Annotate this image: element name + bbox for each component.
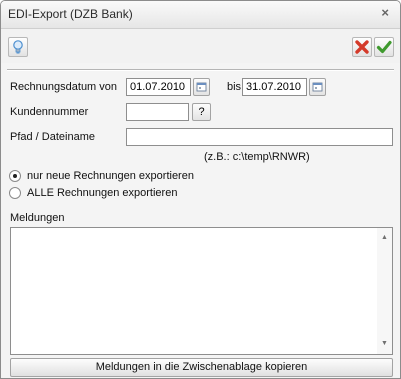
close-icon[interactable]: × xyxy=(381,6,389,20)
date-to-label: bis xyxy=(227,81,242,93)
radio-new-invoices[interactable] xyxy=(9,170,21,182)
edi-export-dialog: EDI-Export (DZB Bank) × Rechnungsdatum v… xyxy=(0,0,401,379)
date-to-calendar-button[interactable] xyxy=(309,78,326,96)
path-hint: (z.B.: c:\temp\RNWR) xyxy=(204,151,310,163)
radio-new-invoices-label[interactable]: nur neue Rechnungen exportieren xyxy=(27,170,194,182)
radio-all-invoices-label[interactable]: ALLE Rechnungen exportieren xyxy=(27,187,177,199)
cancel-button[interactable] xyxy=(352,37,372,57)
toolbar xyxy=(1,29,400,63)
path-label: Pfad / Dateiname xyxy=(10,131,95,143)
red-x-icon xyxy=(355,40,369,54)
lightbulb-icon xyxy=(13,40,23,54)
messages-memo[interactable]: ▲ ▼ xyxy=(10,227,393,355)
calendar-icon xyxy=(196,82,207,92)
radio-all-invoices[interactable] xyxy=(9,187,21,199)
customer-number-label: Kundennummer xyxy=(10,106,89,118)
window-title: EDI-Export (DZB Bank) xyxy=(8,7,133,21)
date-from-calendar-button[interactable] xyxy=(193,78,210,96)
green-check-icon xyxy=(376,40,392,54)
date-to-field[interactable]: 31.07.2010 xyxy=(242,78,307,96)
invoice-date-label: Rechnungsdatum von xyxy=(10,81,118,93)
scroll-up-icon[interactable]: ▲ xyxy=(377,231,392,245)
customer-number-field[interactable] xyxy=(126,103,189,121)
calendar-icon xyxy=(312,82,323,92)
copy-to-clipboard-button[interactable]: Meldungen in die Zwischenablage kopieren xyxy=(10,358,393,377)
path-field[interactable] xyxy=(126,128,393,146)
date-from-field[interactable]: 01.07.2010 xyxy=(126,78,191,96)
hint-button[interactable] xyxy=(8,37,28,57)
title-bar[interactable]: EDI-Export (DZB Bank) × xyxy=(1,1,400,29)
customer-lookup-button[interactable]: ? xyxy=(192,103,211,121)
messages-label: Meldungen xyxy=(10,212,65,224)
divider-highlight xyxy=(7,70,394,71)
messages-scrollbar[interactable]: ▲ ▼ xyxy=(377,228,392,354)
scroll-down-icon[interactable]: ▼ xyxy=(377,337,392,351)
ok-button[interactable] xyxy=(374,37,394,57)
